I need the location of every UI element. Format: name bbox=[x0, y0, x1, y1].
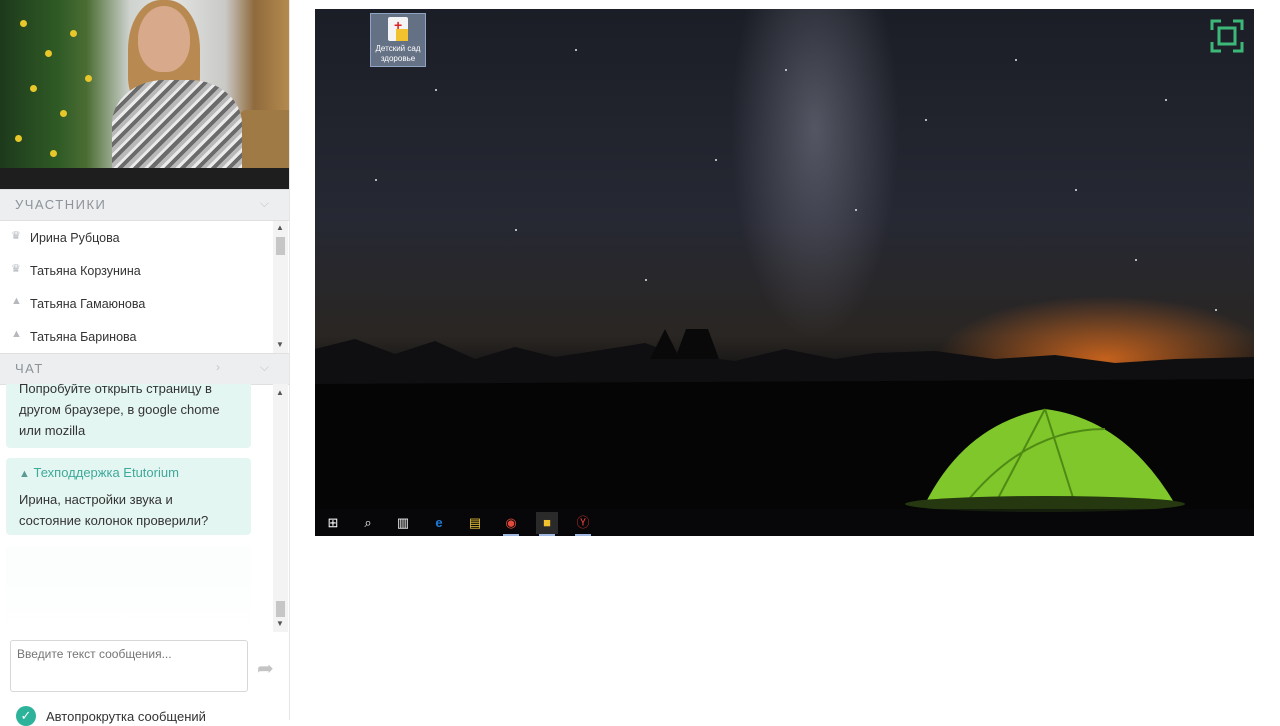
video-detail bbox=[30, 85, 37, 92]
chevron-down-icon[interactable]: ⌵ bbox=[260, 360, 269, 375]
video-desk bbox=[0, 168, 289, 189]
message-text: Попробуйте открыть страницу в другом бра… bbox=[19, 384, 220, 441]
presenter-video bbox=[0, 0, 289, 189]
star bbox=[1015, 59, 1017, 61]
participant-item[interactable]: ▲ Татьяна Баринова bbox=[0, 320, 272, 353]
file-explorer-icon[interactable]: ▤ bbox=[464, 512, 486, 534]
chat-message: ▲ Техподдержка Etutorium Ирина, настройк… bbox=[6, 458, 251, 535]
video-detail bbox=[20, 20, 27, 27]
scrollbar-thumb[interactable] bbox=[276, 237, 285, 255]
chat-scrollbar[interactable]: ▲ ▼ bbox=[273, 384, 288, 632]
video-detail bbox=[45, 50, 52, 57]
crown-icon: ♛ bbox=[11, 230, 21, 242]
star bbox=[435, 89, 437, 91]
chat-messages: Попробуйте открыть страницу в другом бра… bbox=[0, 384, 272, 634]
message-input-box[interactable] bbox=[10, 640, 249, 695]
scrollbar-thumb[interactable] bbox=[276, 601, 285, 617]
search-icon[interactable]: ⌕ bbox=[357, 512, 379, 534]
star bbox=[1135, 259, 1137, 261]
star bbox=[575, 49, 577, 51]
kindergarten-app-icon bbox=[388, 17, 408, 41]
video-detail bbox=[60, 110, 67, 117]
participants-header[interactable]: УЧАСТНИКИ ⌵ bbox=[0, 189, 289, 221]
star bbox=[515, 229, 517, 231]
graduation-cap-icon: ▲ bbox=[11, 295, 22, 307]
scroll-down-icon[interactable]: ▼ bbox=[276, 340, 284, 349]
chat-title: ЧАТ bbox=[15, 361, 44, 376]
star bbox=[925, 119, 927, 121]
chrome-icon[interactable]: ◉ bbox=[500, 512, 522, 536]
desktop-shortcut[interactable]: Детский сад здоровье bbox=[370, 13, 426, 67]
message-line: Попробуйте открыть страницу в bbox=[19, 384, 212, 396]
star bbox=[645, 279, 647, 281]
participant-name: Татьяна Корзунина bbox=[30, 264, 141, 278]
shared-screen: Детский сад здоровье ⊞ ⌕ ▥ e ▤ ◉ ■ Ⓨ bbox=[315, 9, 1254, 536]
message-line: Ирина, настройки звука и bbox=[19, 492, 173, 507]
fullscreen-icon[interactable] bbox=[1210, 19, 1244, 53]
participants-list: ♛ Ирина Рубцова ♛ Татьяна Корзунина ▲ Та… bbox=[0, 221, 272, 353]
video-detail bbox=[15, 135, 22, 142]
chat-header[interactable]: ЧАТ › ⌵ bbox=[0, 353, 289, 385]
star bbox=[375, 179, 377, 181]
chevron-down-icon[interactable]: ⌵ bbox=[260, 196, 269, 211]
video-detail bbox=[85, 75, 92, 82]
message-input[interactable] bbox=[11, 641, 249, 695]
participant-name: Ирина Рубцова bbox=[30, 231, 120, 245]
participants-title: УЧАСТНИКИ bbox=[15, 197, 107, 212]
chat-message: Попробуйте открыть страницу в другом бра… bbox=[6, 384, 251, 448]
participants-scrollbar[interactable]: ▲ ▼ bbox=[273, 221, 288, 353]
chat-fade-overlay bbox=[0, 544, 272, 634]
tent bbox=[905, 408, 1185, 512]
yandex-browser-icon[interactable]: Ⓨ bbox=[572, 512, 594, 536]
author-name: Техподдержка Etutorium bbox=[33, 465, 179, 480]
running-indicator bbox=[539, 534, 555, 536]
task-view-icon[interactable]: ▥ bbox=[392, 512, 414, 534]
edge-icon[interactable]: e bbox=[428, 512, 450, 534]
participant-name: Татьяна Баринова bbox=[30, 330, 137, 344]
crown-icon: ♛ bbox=[11, 263, 21, 275]
chevron-right-icon[interactable]: › bbox=[216, 360, 220, 374]
star bbox=[1215, 309, 1217, 311]
scroll-up-icon[interactable]: ▲ bbox=[276, 223, 284, 232]
left-panel: УЧАСТНИКИ ⌵ ♛ Ирина Рубцова ♛ Татьяна Ко… bbox=[0, 0, 290, 726]
message-line: или mozilla bbox=[19, 423, 86, 438]
running-indicator bbox=[503, 534, 519, 536]
running-indicator bbox=[575, 534, 591, 536]
message-text: Ирина, настройки звука и состояние колон… bbox=[19, 489, 208, 531]
scroll-down-icon[interactable]: ▼ bbox=[276, 619, 284, 628]
participant-item[interactable]: ▲ Татьяна Гамаюнова bbox=[0, 287, 272, 320]
star bbox=[715, 159, 717, 161]
video-person-face bbox=[138, 6, 190, 72]
message-line: другом браузере, в google chome bbox=[19, 402, 220, 417]
kindergarten-app-icon[interactable]: ■ bbox=[536, 512, 558, 536]
message-author: ▲ Техподдержка Etutorium bbox=[19, 465, 179, 480]
participant-item[interactable]: ♛ Ирина Рубцова bbox=[0, 221, 272, 254]
participant-item[interactable]: ♛ Татьяна Корзунина bbox=[0, 254, 272, 287]
windows-taskbar: ⊞ ⌕ ▥ e ▤ ◉ ■ Ⓨ bbox=[315, 509, 1254, 536]
autoscroll-label: Автопрокрутка сообщений bbox=[46, 709, 206, 724]
scroll-up-icon[interactable]: ▲ bbox=[276, 388, 284, 397]
video-detail bbox=[50, 150, 57, 157]
participant-name: Татьяна Гамаюнова bbox=[30, 297, 146, 311]
desktop-shortcut-label: Детский сад здоровье bbox=[375, 44, 421, 63]
star bbox=[785, 69, 787, 71]
graduation-cap-icon: ▲ bbox=[11, 328, 22, 340]
graduation-cap-icon: ▲ bbox=[19, 468, 30, 480]
windows-start-icon[interactable]: ⊞ bbox=[322, 512, 344, 534]
message-line: состояние колонок проверили? bbox=[19, 513, 209, 528]
send-icon[interactable]: ➦ bbox=[257, 656, 274, 681]
checkmark-icon[interactable]: ✓ bbox=[16, 706, 36, 726]
star bbox=[855, 209, 857, 211]
star bbox=[1165, 99, 1167, 101]
video-detail bbox=[70, 30, 77, 37]
star bbox=[1075, 189, 1077, 191]
